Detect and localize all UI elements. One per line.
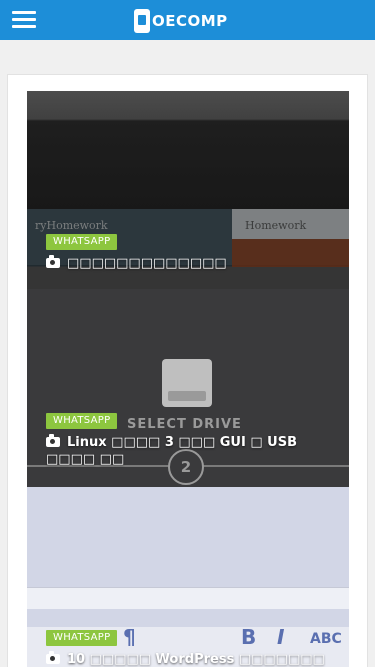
category-tag[interactable]: WHATSAPP: [46, 413, 118, 429]
post-item[interactable]: SELECT DRIVE 2 WHATSAPP Linux □□□□ 3 □□□…: [27, 289, 349, 487]
thumbnail-text: ¶: [123, 625, 136, 649]
post-title[interactable]: □□□□□□□□□□□□□: [46, 254, 336, 272]
hamburger-line: [12, 25, 36, 28]
camera-icon: [46, 650, 60, 664]
phone-logo-icon: [134, 9, 150, 33]
post-item[interactable]: ¶ B I ABC WHATSAPP 10 □□□□□ WordPress □□…: [27, 487, 349, 667]
camera-icon: [46, 433, 60, 447]
camera-icon: [46, 254, 60, 268]
thumbnail-text: ABC: [310, 631, 342, 647]
thumbnail-text: I: [277, 625, 285, 649]
post-title-text: □□□□□□□□□□□□□: [67, 256, 227, 271]
category-tag[interactable]: WHATSAPP: [46, 630, 118, 646]
post-title[interactable]: 10 □□□□□ WordPress □□□□□□□: [46, 650, 336, 667]
thumbnail-text: B: [241, 625, 257, 649]
thumbnail-text: SELECT DRIVE: [127, 417, 242, 432]
top-nav-bar: OECOMP: [0, 0, 375, 40]
post-title[interactable]: Linux □□□□ 3 □□□ GUI □ USB □□□□ □□: [46, 433, 336, 468]
drive-icon: [162, 359, 212, 407]
category-tag[interactable]: WHATSAPP: [46, 234, 118, 250]
hamburger-line: [12, 18, 36, 21]
logo-text: OECOMP: [152, 12, 228, 30]
post-title-text: Linux □□□□ 3 □□□ GUI □ USB □□□□ □□: [46, 435, 297, 467]
post-item[interactable]: ryHomework Homework WHATSAPP □□□□□□□□□□□…: [27, 91, 349, 289]
post-title-text: 10 □□□□□ WordPress □□□□□□□: [67, 652, 325, 667]
hamburger-line: [12, 11, 36, 14]
site-logo[interactable]: OECOMP: [134, 9, 228, 33]
thumbnail-toolbar: [27, 587, 349, 609]
menu-hamburger-icon[interactable]: [12, 11, 36, 29]
